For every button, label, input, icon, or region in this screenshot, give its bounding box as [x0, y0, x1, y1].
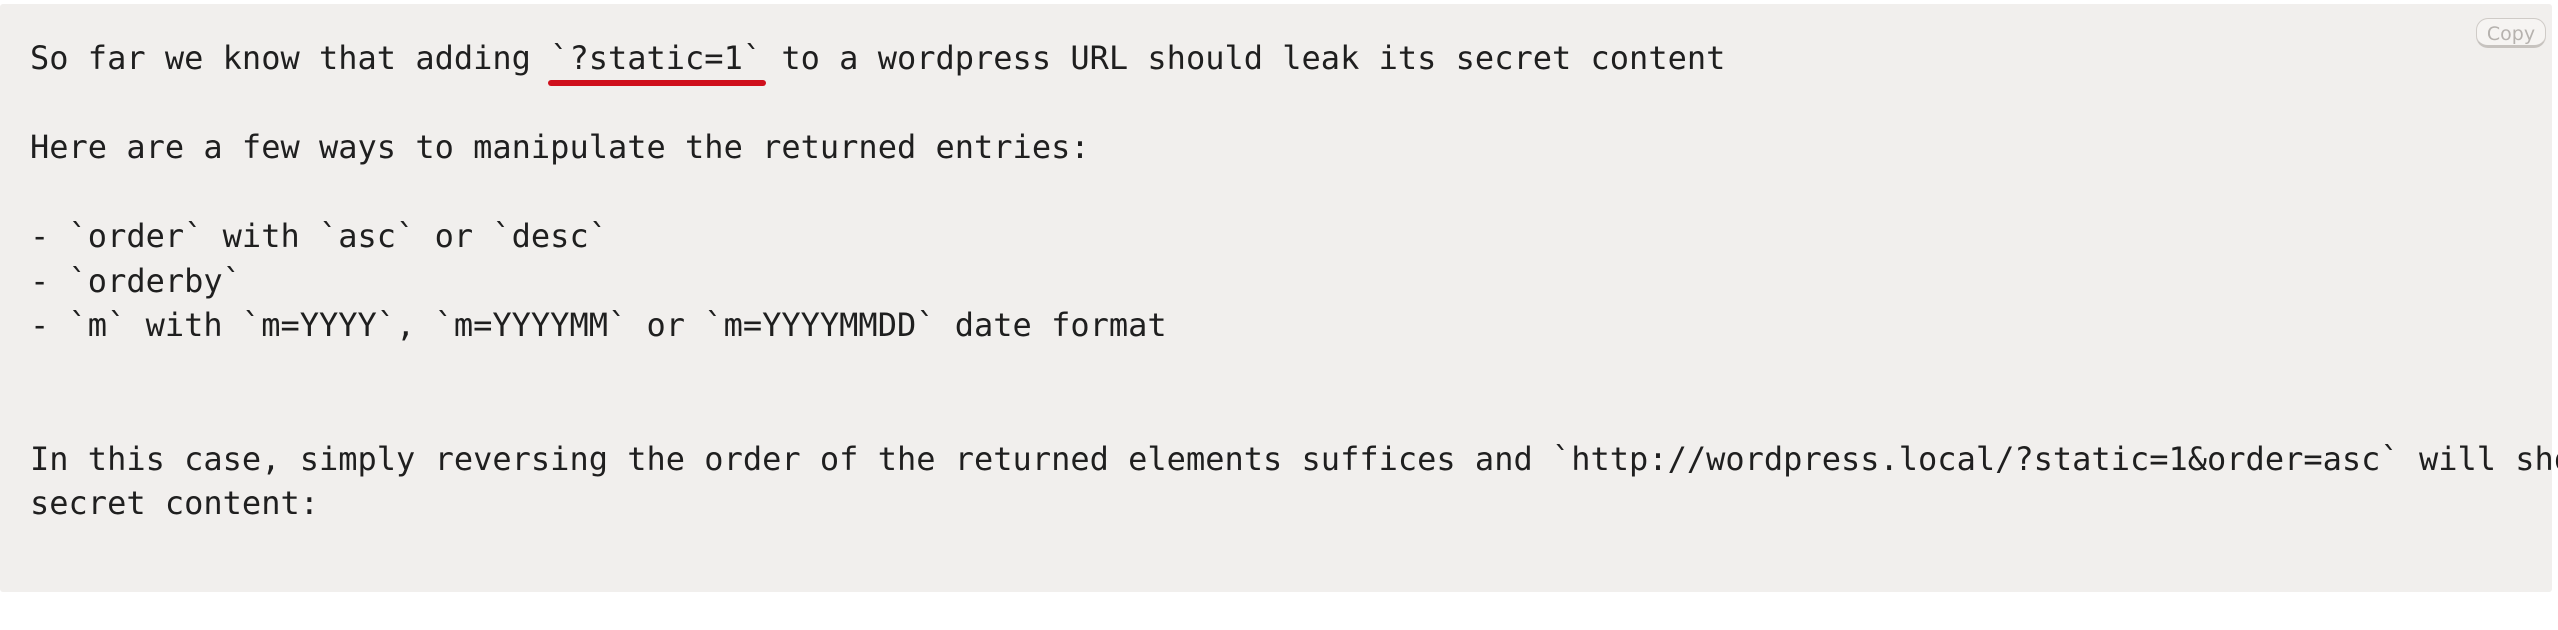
code-line-1: So far we know that adding `?static=1` t… — [30, 36, 2558, 86]
code-line-2: Here are a few ways to manipulate the re… — [30, 128, 1090, 166]
code-text: So far we know that adding `?static=1` t… — [30, 36, 2558, 526]
code-line-4: secret content: — [30, 484, 319, 522]
highlighted-param: `?static=1` — [548, 36, 767, 86]
code-line-1-after: to a wordpress URL should leak its secre… — [762, 39, 1726, 77]
list-item: - `orderby` — [30, 261, 242, 300]
red-underline-annotation — [548, 79, 767, 86]
list-item: - `m` with `m=YYYY`, `m=YYYYMM` or `m=YY… — [30, 306, 1167, 344]
code-line-1-before: So far we know that adding — [30, 39, 551, 77]
highlighted-param-text: `?static=1` — [550, 39, 763, 77]
list-item: - `order` with `asc` or `desc` — [30, 217, 608, 255]
code-line-3: In this case, simply reversing the order… — [30, 439, 2558, 478]
code-block: Copy So far we know that adding `?static… — [0, 4, 2558, 592]
